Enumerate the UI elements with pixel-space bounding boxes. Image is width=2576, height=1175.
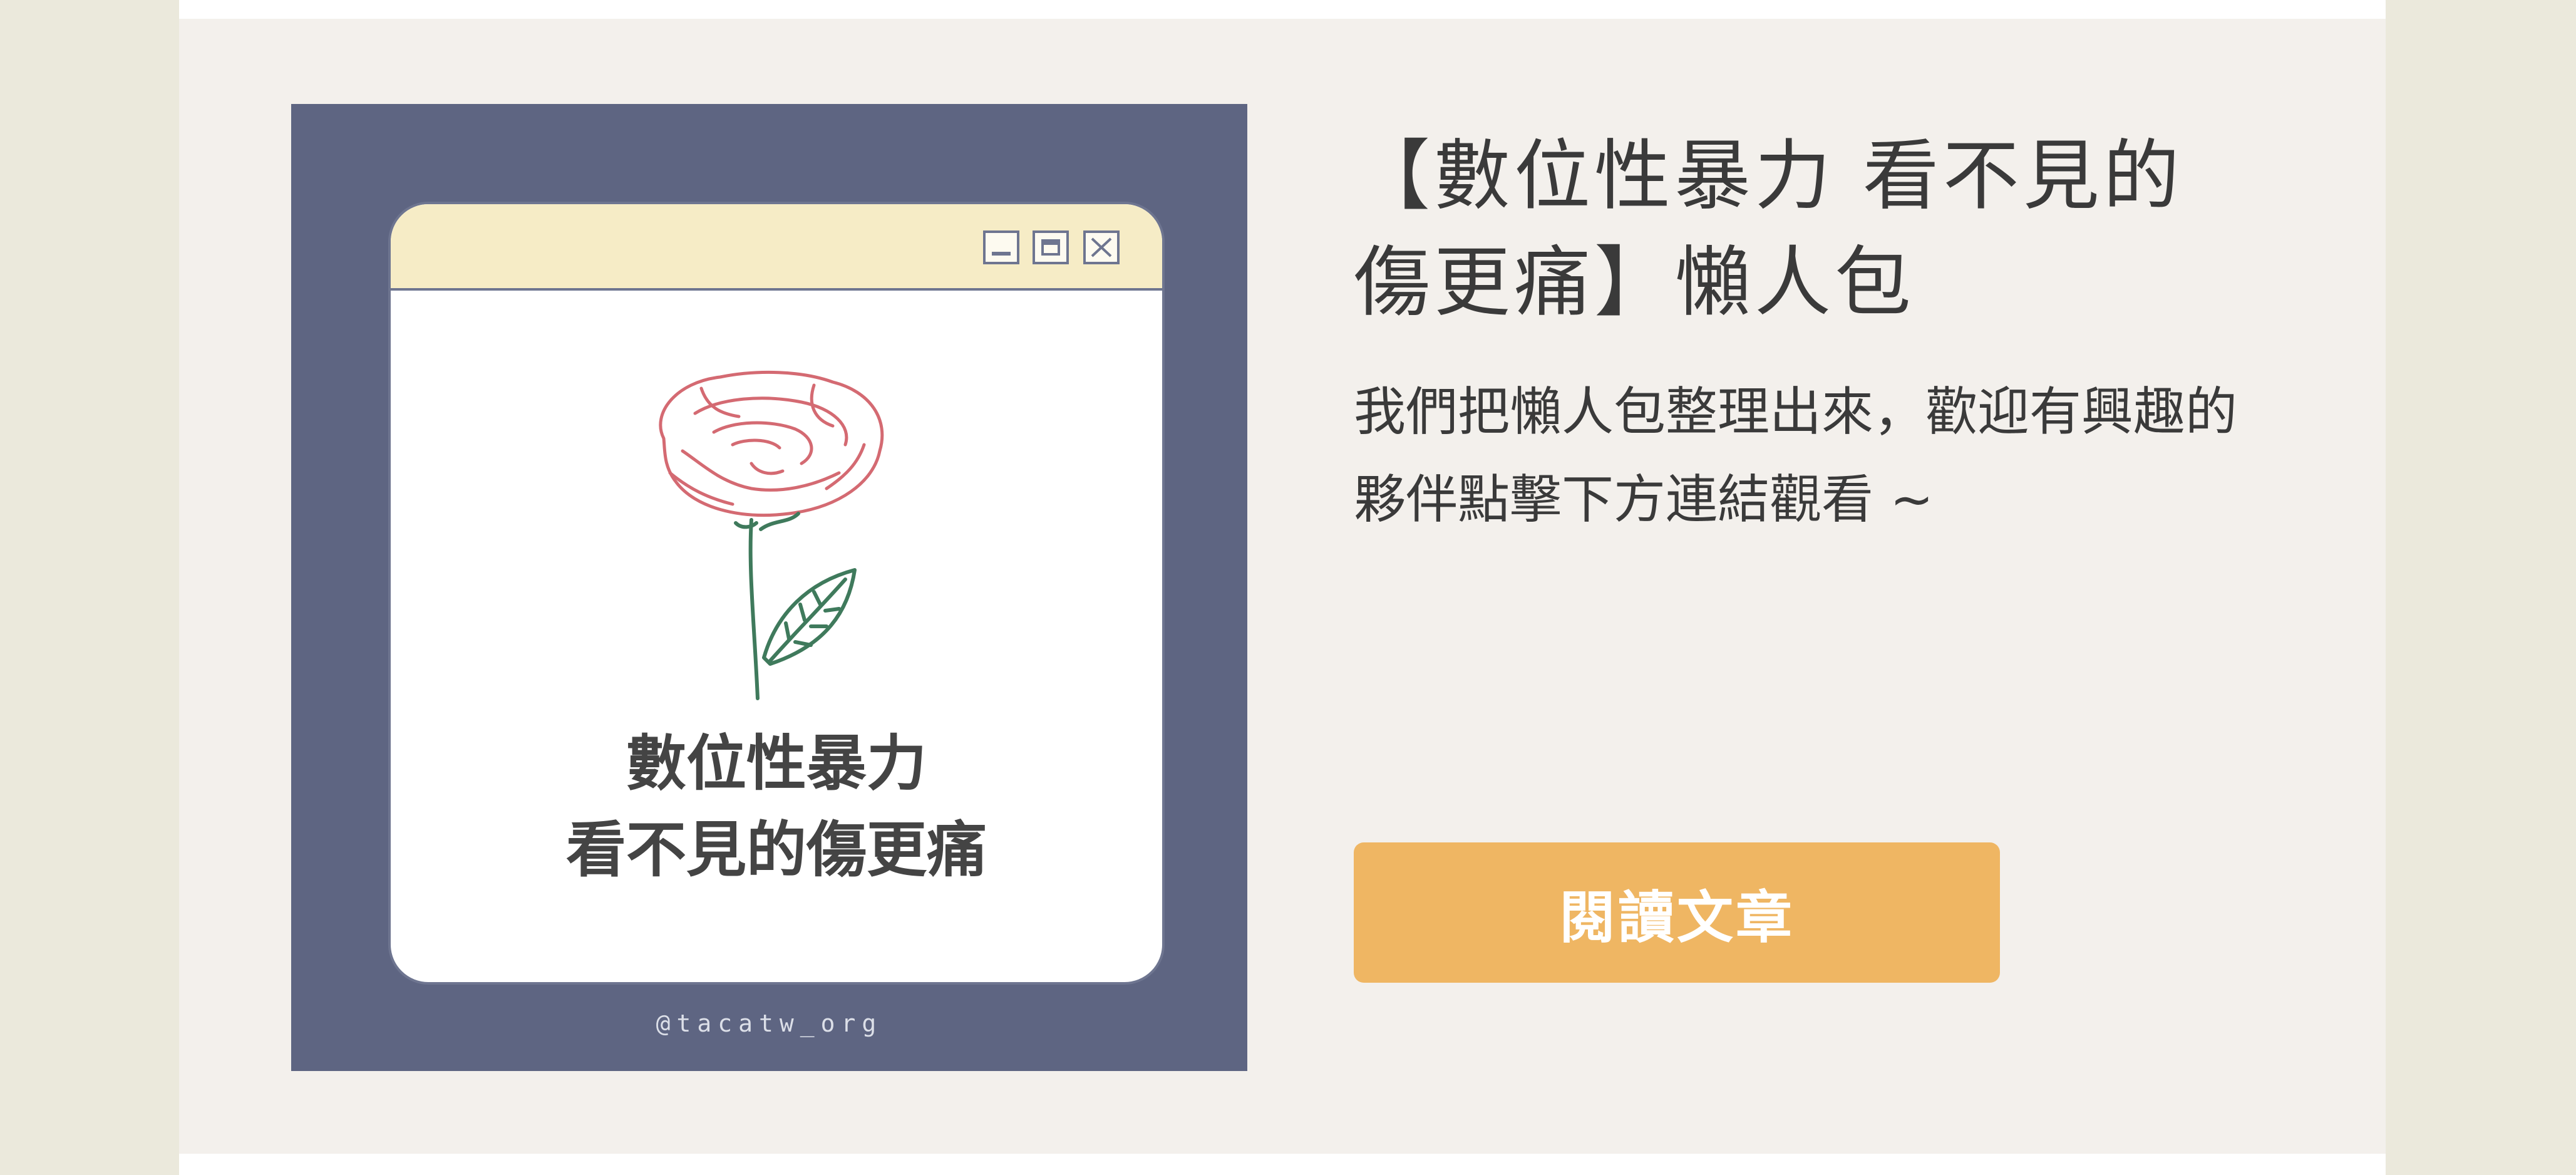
thumbnail-title-line1: 數位性暴力 bbox=[626, 728, 927, 799]
thumbnail-title-line2: 看不見的傷更痛 bbox=[566, 815, 987, 885]
close-icon bbox=[1083, 230, 1120, 264]
article-headline[interactable]: 【數位性暴力 看不見的傷更痛】懶人包 bbox=[1354, 123, 2262, 336]
article-description: 我們把懶人包整理出來，歡迎有興趣的夥伴點擊下方連結觀看 ~ bbox=[1354, 381, 2237, 530]
window-title-bar bbox=[391, 204, 1162, 291]
read-article-button[interactable]: 閱讀文章 bbox=[1354, 842, 2000, 983]
minimize-icon bbox=[983, 230, 1019, 264]
thumbnail-title: 數位性暴力 看不見的傷更痛 bbox=[388, 720, 1165, 893]
rose-icon bbox=[659, 370, 884, 700]
page: 數位性暴力 看不見的傷更痛 @tacatw_org 【數位性暴力 看不見的傷更痛… bbox=[0, 0, 2576, 1175]
thumbnail-handle: @tacatw_org bbox=[656, 1010, 883, 1037]
maximize-icon bbox=[1033, 230, 1069, 264]
